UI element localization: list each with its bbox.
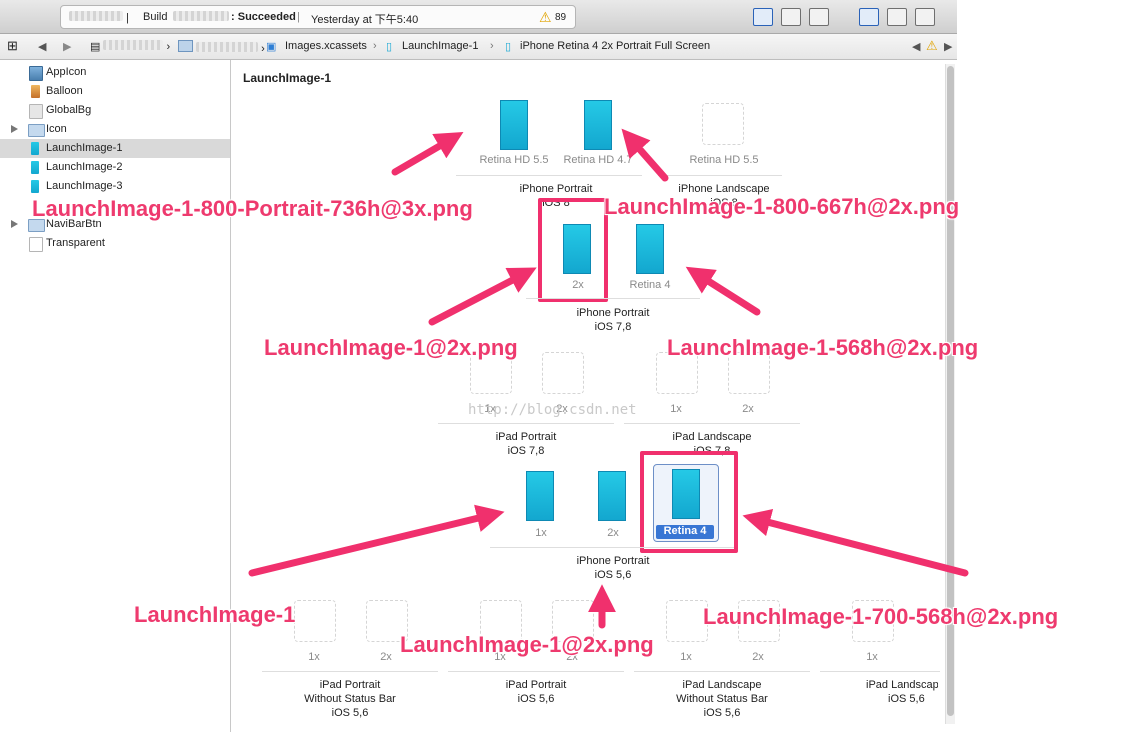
arrow-to-retina-hd-55 bbox=[391, 132, 464, 176]
arrow-to-retina-hd-47 bbox=[621, 128, 669, 182]
arrow-to-retina-4 bbox=[685, 266, 761, 316]
annotation-launchimage-568h-2x: LaunchImage-1-568h@2x.png bbox=[667, 335, 979, 360]
annotation-launchimage-736h-3x: LaunchImage-1-800-Portrait-736h@3x.png bbox=[32, 196, 473, 221]
annotation-launchimage-2x-ios56: LaunchImage-1@2x.png bbox=[400, 632, 654, 657]
annotation-launchimage-700-568h-2x: LaunchImage-1-700-568h@2x.png bbox=[703, 604, 1059, 629]
arrow-to-2x bbox=[428, 267, 537, 326]
arrow-to-1x-ios56 bbox=[248, 504, 505, 577]
arrow-to-retina-4-ios56 bbox=[742, 508, 969, 577]
annotation-launchimage-1x: LaunchImage-1 bbox=[134, 602, 296, 627]
annotation-launchimage-667h-2x: LaunchImage-1-800-667h@2x.png bbox=[604, 194, 960, 219]
annotation-launchimage-2x: LaunchImage-1@2x.png bbox=[264, 335, 518, 360]
